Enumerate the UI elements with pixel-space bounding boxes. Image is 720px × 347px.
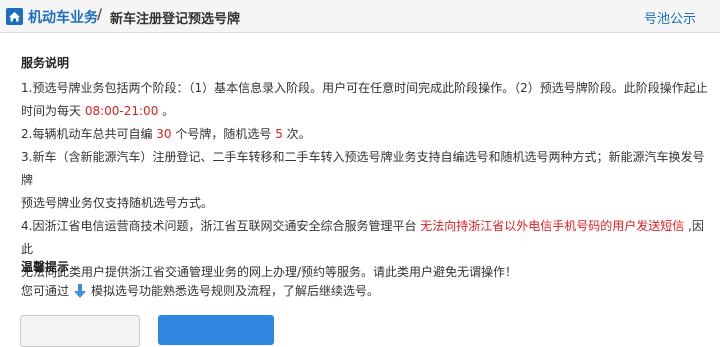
breadcrumb-separator: / — [97, 7, 103, 23]
primary-button[interactable] — [158, 315, 274, 345]
rule-2-text-a: 2.每辆机动车总共可自编 — [21, 127, 157, 141]
breadcrumb-bar: 机动车业务 / 新车注册登记预选号牌 号池公示 — [0, 0, 720, 33]
rule-2: 2.每辆机动车总共可自编 30 个号牌，随机选号 5 次。 — [21, 123, 711, 146]
rule-2-text-c: 次。 — [282, 127, 311, 141]
rule-1: 1.预选号牌业务包括两个阶段：（1）基本信息录入阶段。用户可在任意时间完成此阶段… — [21, 77, 711, 123]
rule-3-text-b: 预选号牌业务仅支持随机选号方式。 — [21, 196, 214, 210]
plate-pool-link[interactable]: 号池公示 — [644, 8, 696, 27]
tips-prefix: 您可通过 — [21, 284, 70, 298]
rule-1-time-suffix: 。 — [158, 104, 175, 118]
download-arrow-icon[interactable] — [73, 283, 87, 299]
rule-2-plate-count: 30 — [156, 127, 172, 141]
rule-1-time-prefix: 时间为每天 — [21, 104, 85, 118]
simulation-link[interactable]: 模拟选号功能熟悉选号规则及流程 — [91, 283, 271, 299]
rule-1-time-range: 08:00-21:00 — [84, 104, 159, 118]
service-description: 服务说明 1.预选号牌业务包括两个阶段：（1）基本信息录入阶段。用户可在任意时间… — [21, 54, 711, 284]
tips-line: 您可通过 模拟选号功能熟悉选号规则及流程 ，了解后继续选号。 — [21, 283, 379, 299]
secondary-button[interactable] — [20, 315, 140, 347]
home-icon[interactable] — [6, 8, 23, 25]
rule-3-text-a: 3.新车（含新能源汽车）注册登记、二手车转移和二手车转入预选号牌业务支持自编选号… — [21, 150, 705, 187]
rule-1-text: 1.预选号牌业务包括两个阶段：（1）基本信息录入阶段。用户可在任意时间完成此阶段… — [21, 81, 708, 95]
rule-4-text-a: 4.因浙江省电信运营商技术问题，浙江省互联网交通安全综合服务管理平台 — [21, 219, 421, 233]
breadcrumb-root[interactable]: 机动车业务 — [28, 7, 98, 27]
page-title: 新车注册登记预选号牌 — [110, 12, 241, 27]
rule-3: 3.新车（含新能源汽车）注册登记、二手车转移和二手车转入预选号牌业务支持自编选号… — [21, 146, 711, 215]
rule-4-warning: 无法向持浙江省以外电信手机号码的用户发送短信 — [420, 219, 685, 233]
tips-suffix: ，了解后继续选号。 — [271, 284, 380, 298]
rule-2-text-b: 个号牌，随机选号 — [171, 127, 276, 141]
rule-4: 4.因浙江省电信运营商技术问题，浙江省互联网交通安全综合服务管理平台 无法向持浙… — [21, 215, 711, 284]
tips-title: 温馨提示 — [21, 260, 70, 274]
rule-2-random-count: 5 — [275, 127, 283, 141]
rule-4-text-c: 无法向此类用户提供浙江省交通管理业务的网上办理/预约等服务。请此类用户避免无谓操… — [21, 265, 518, 279]
service-title: 服务说明 — [21, 56, 70, 70]
